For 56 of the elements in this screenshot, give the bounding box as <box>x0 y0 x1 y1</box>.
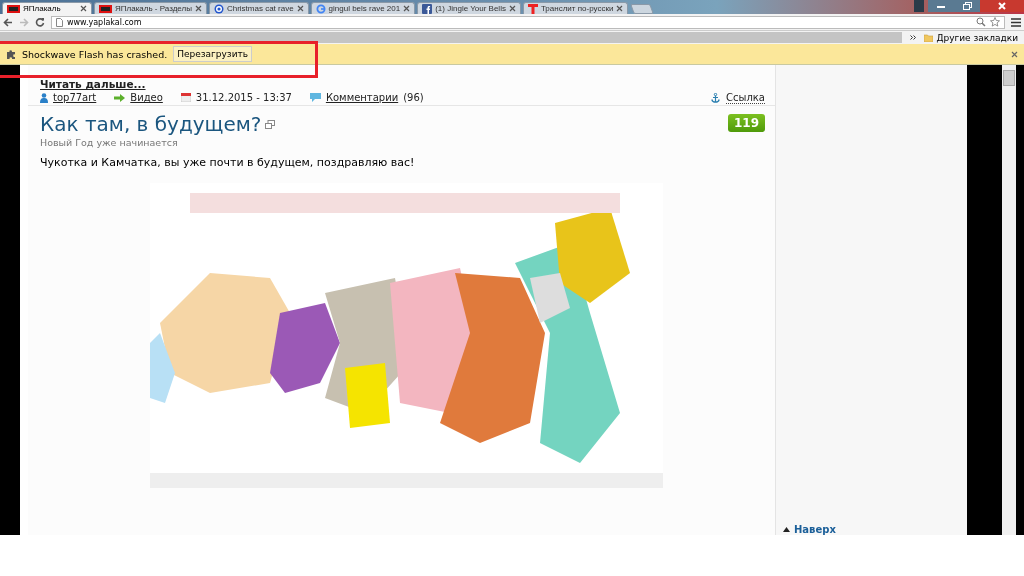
browser-tab[interactable]: (1) Jingle Your Bells <box>417 2 521 14</box>
close-icon <box>998 2 1006 10</box>
maximize-button[interactable] <box>954 0 980 12</box>
minimize-button[interactable] <box>928 0 954 12</box>
zoom-icon[interactable] <box>976 17 986 27</box>
comments-link[interactable]: Комментарии <box>325 92 399 103</box>
calendar-icon <box>180 93 191 102</box>
menu-icon[interactable] <box>1011 17 1021 27</box>
browser-tab[interactable]: gingul bels rave 201 <box>310 2 416 14</box>
close-tab-icon[interactable] <box>508 5 516 12</box>
to-top-link[interactable]: Наверх <box>783 523 967 535</box>
minimize-icon <box>937 4 945 8</box>
chevron-icon[interactable] <box>910 35 917 40</box>
close-button[interactable] <box>980 0 1024 12</box>
reload-button[interactable]: Перезагрузить <box>173 46 253 62</box>
comments-count: (96) <box>403 92 424 103</box>
post-subtitle: Новый Год уже начинается <box>39 136 179 149</box>
site-logo-icon <box>99 4 112 13</box>
browser-tab[interactable]: Транслит по-русски <box>522 2 629 14</box>
close-tab-icon[interactable] <box>616 5 624 12</box>
close-tab-icon[interactable] <box>403 5 411 12</box>
puzzle-icon <box>6 49 16 59</box>
comment-icon <box>309 93 321 102</box>
browser-tab[interactable]: ЯПлакаль <box>2 2 92 14</box>
post-text: Чукотка и Камчатка, вы уже почти в будущем, поздравляю вас! <box>39 155 416 169</box>
scrollbar[interactable] <box>1002 65 1016 535</box>
anchor-icon <box>711 92 721 103</box>
post-title[interactable]: Как там, в будущем? <box>40 112 262 136</box>
folder-icon <box>924 33 934 42</box>
permalink-link[interactable]: Ссылка <box>726 91 765 104</box>
reload-icon[interactable] <box>35 17 45 27</box>
address-field[interactable]: www.yaplakal.com <box>51 15 1005 29</box>
arrow-icon <box>114 93 126 102</box>
user-icon <box>40 92 48 103</box>
browser-tab[interactable]: Christmas cat rave <box>208 2 309 14</box>
maximize-icon <box>962 2 972 10</box>
author-link[interactable]: top77art <box>53 92 97 103</box>
google-logo-icon <box>315 3 326 14</box>
t-logo-icon <box>527 3 538 14</box>
up-triangle-icon <box>783 526 790 532</box>
close-tab-icon[interactable] <box>296 5 304 12</box>
close-tab-icon[interactable] <box>80 5 87 12</box>
section-link[interactable]: Видео <box>130 92 163 103</box>
close-tab-icon[interactable] <box>194 5 202 12</box>
back-icon[interactable] <box>3 17 13 27</box>
new-window-icon[interactable] <box>265 119 276 129</box>
crash-message: Shockwave Flash has crashed. <box>22 48 168 60</box>
rating-badge: 119 <box>727 114 765 132</box>
close-icon[interactable] <box>1011 50 1018 58</box>
page-icon <box>56 17 63 27</box>
bookmark-folder[interactable]: Другие закладки <box>924 32 1018 43</box>
post-date: 31.12.2015 - 13:37 <box>195 92 292 103</box>
browser-tab[interactable]: ЯПлакаль - Разделы <box>94 2 207 14</box>
site-logo-icon <box>7 4 20 13</box>
star-icon[interactable] <box>990 17 1000 27</box>
read-more-link[interactable]: Читать дальше... <box>40 78 146 90</box>
